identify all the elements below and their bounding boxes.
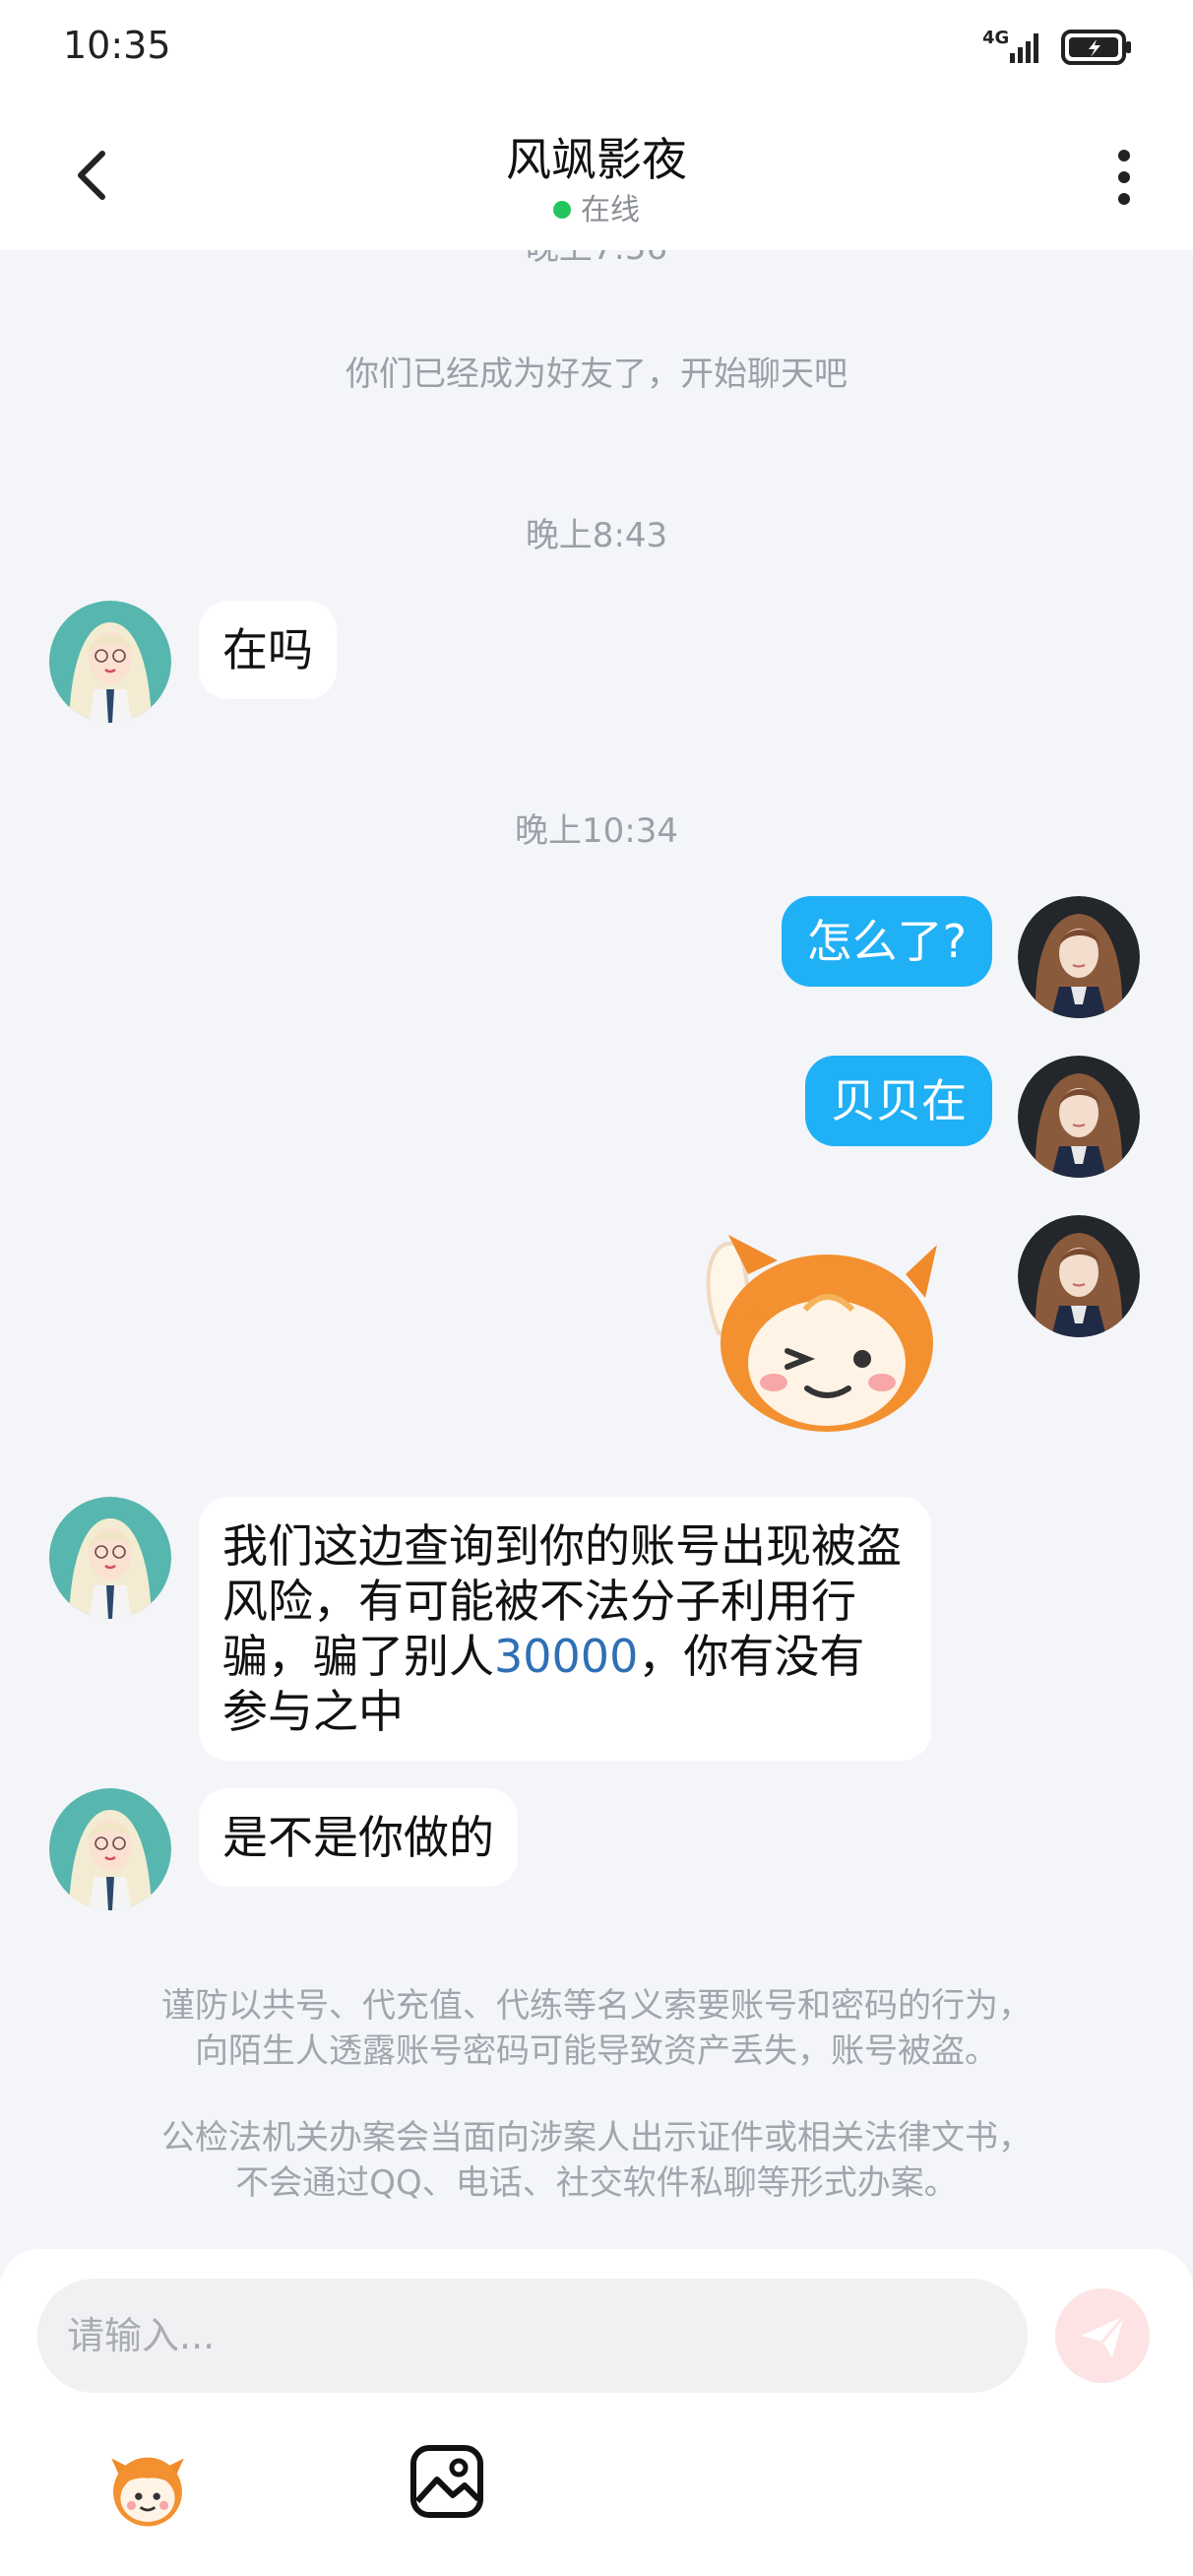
notice-line: 不会通过QQ、电话、社交软件私聊等形式办案。 <box>235 2163 958 2203</box>
timestamp: 晚上8:43 <box>525 516 668 555</box>
network-indicator: 4G <box>982 28 1045 67</box>
my-avatar-image <box>1018 1056 1140 1178</box>
battery-icon <box>1061 30 1131 65</box>
message-bubble-incoming[interactable]: 是不是你做的 <box>199 1788 518 1887</box>
presence-status: 在线 <box>0 185 1193 228</box>
safety-notice-account: 谨防以共号、代充值、代练等名义索要账号和密码的行为， 向陌生人透露账号密码可能导… <box>59 1983 1134 2074</box>
friend-avatar-image <box>49 1788 171 1910</box>
send-icon <box>1081 2315 1126 2357</box>
amount-link[interactable]: 30000 <box>494 1630 638 1683</box>
chat-header: 风飒影夜 在线 <box>0 98 1193 250</box>
message-input[interactable] <box>37 2279 1028 2393</box>
more-vertical-icon <box>1118 150 1130 205</box>
friend-avatar-image <box>49 1497 171 1619</box>
signal-icon <box>1010 33 1038 63</box>
my-avatar[interactable] <box>1018 1215 1140 1337</box>
message-bubble-incoming[interactable]: 我们这边查询到你的账号出现被盗风险，有可能被不法分子利用行骗，骗了别人30000… <box>199 1497 931 1761</box>
contact-name: 风飒影夜 <box>506 133 687 186</box>
message-bubble-outgoing[interactable]: 贝贝在 <box>805 1056 992 1146</box>
status-icons: 4G <box>982 28 1134 67</box>
notice-line: 谨防以共号、代充值、代练等名义索要账号和密码的行为， <box>161 1986 1032 2026</box>
more-options-button[interactable] <box>1104 146 1144 209</box>
online-dot <box>553 200 571 219</box>
image-button[interactable] <box>408 2442 486 2521</box>
safety-notice-police: 公检法机关办案会当面向涉案人出示证件或相关法律文书， 不会通过QQ、电话、社交软… <box>59 2115 1134 2206</box>
timestamp: 晚上10:34 <box>515 811 678 851</box>
message-composer <box>0 2249 1193 2576</box>
wink-mascot-sticker-icon <box>706 1235 937 1432</box>
my-avatar-image <box>1018 896 1140 1018</box>
emoji-button[interactable] <box>102 2442 193 2533</box>
my-avatar[interactable] <box>1018 896 1140 1018</box>
friend-avatar[interactable] <box>49 1497 171 1619</box>
friend-avatar-image <box>49 601 171 723</box>
my-avatar[interactable] <box>1018 1056 1140 1178</box>
friend-added-notice: 你们已经成为好友了，开始聊天吧 <box>345 354 848 394</box>
friend-avatar[interactable] <box>49 601 171 723</box>
notice-line: 公检法机关办案会当面向涉案人出示证件或相关法律文书， <box>161 2118 1032 2157</box>
timestamp: 晚上7:56 <box>0 250 1193 269</box>
friend-avatar[interactable] <box>49 1788 171 1910</box>
message-list[interactable]: 晚上7:56 你们已经成为好友了，开始聊天吧 晚上8:43 在吗 晚上10:34… <box>0 250 1193 2249</box>
status-time: 10:35 <box>63 24 171 67</box>
emoji-mascot-icon <box>102 2442 193 2533</box>
my-avatar-image <box>1018 1215 1140 1337</box>
send-button[interactable] <box>1055 2288 1150 2383</box>
notice-line: 向陌生人透露账号密码可能导致资产丢失，账号被盗。 <box>195 2031 998 2071</box>
message-bubble-incoming[interactable]: 在吗 <box>199 601 337 699</box>
sticker-message[interactable] <box>679 1215 955 1442</box>
message-bubble-outgoing[interactable]: 怎么了? <box>781 896 992 987</box>
status-bar: 10:35 4G <box>0 0 1193 98</box>
image-icon <box>410 2445 483 2518</box>
presence-label: 在线 <box>581 193 640 227</box>
